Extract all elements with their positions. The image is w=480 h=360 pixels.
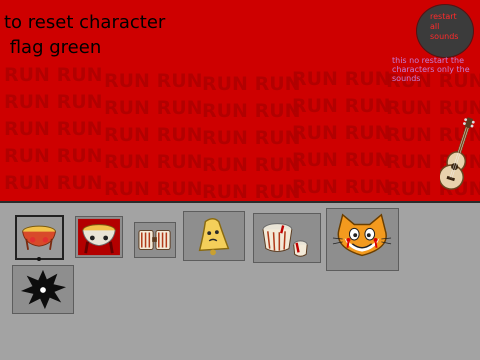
- run-text: RUN RUN: [104, 70, 203, 92]
- sprite-tile-scratch-cat[interactable]: [326, 208, 399, 271]
- run-text: RUN RUN: [4, 172, 103, 194]
- bongos-icon: [138, 230, 171, 250]
- scratch-cat-icon: [332, 213, 392, 257]
- sprite-tile-drum[interactable]: [15, 215, 64, 260]
- run-text: RUN RUN: [4, 64, 103, 86]
- title-line-2: flag green: [4, 37, 102, 58]
- sprite-tile-bleeding-tabla[interactable]: [253, 213, 321, 263]
- sprite-tile-bleeding-drum[interactable]: [75, 216, 123, 258]
- run-text: RUN RUN: [202, 73, 301, 95]
- run-text: RUN RUN: [104, 178, 203, 200]
- run-text: RUN RUN: [4, 145, 103, 167]
- selection-dot: [37, 257, 41, 261]
- drum-icon: [22, 225, 56, 250]
- restart-sounds-label: restart all sounds: [430, 12, 459, 41]
- run-text: RUN RUN: [202, 154, 301, 176]
- black-splat-icon: [20, 269, 67, 310]
- sprite-palette: [0, 203, 480, 360]
- run-text: RUN RUN: [104, 124, 203, 146]
- run-text: RUN RUN: [292, 176, 391, 198]
- run-text: RUN RUN: [202, 181, 301, 202]
- run-text: RUN RUN: [202, 100, 301, 122]
- run-pattern: RUN RUN RUN RUN RUN RUN RUN RUN RUN RUN …: [0, 62, 480, 202]
- tabla-icon: [262, 223, 308, 257]
- reset-instructions: to reset character flag green: [4, 10, 165, 60]
- sprite-tile-bongos[interactable]: [134, 222, 176, 258]
- restart-sounds-button[interactable]: restart all sounds: [416, 4, 474, 58]
- title-line-1: to reset character: [4, 12, 166, 33]
- run-text: RUN RUN: [104, 97, 203, 119]
- run-text: RUN RUN: [292, 122, 391, 144]
- run-text: RUN RUN: [4, 91, 103, 113]
- bell-icon: [198, 218, 230, 256]
- run-text: RUN RUN: [104, 151, 203, 173]
- bleeding-drum-icon: [78, 218, 120, 256]
- run-text: RUN RUN: [4, 118, 103, 140]
- run-text: RUN RUN: [202, 127, 301, 149]
- run-text: RUN RUN: [292, 149, 391, 171]
- guitar-sprite[interactable]: [440, 112, 476, 194]
- stage[interactable]: to reset character flag green RUN RUN RU…: [0, 0, 480, 202]
- run-text: RUN RUN: [292, 68, 391, 90]
- sprite-tile-black-splat[interactable]: [12, 265, 74, 314]
- sprite-tile-bell[interactable]: [183, 211, 245, 261]
- run-text: RUN RUN: [292, 95, 391, 117]
- restart-note: this no restart the characters only the …: [392, 56, 470, 83]
